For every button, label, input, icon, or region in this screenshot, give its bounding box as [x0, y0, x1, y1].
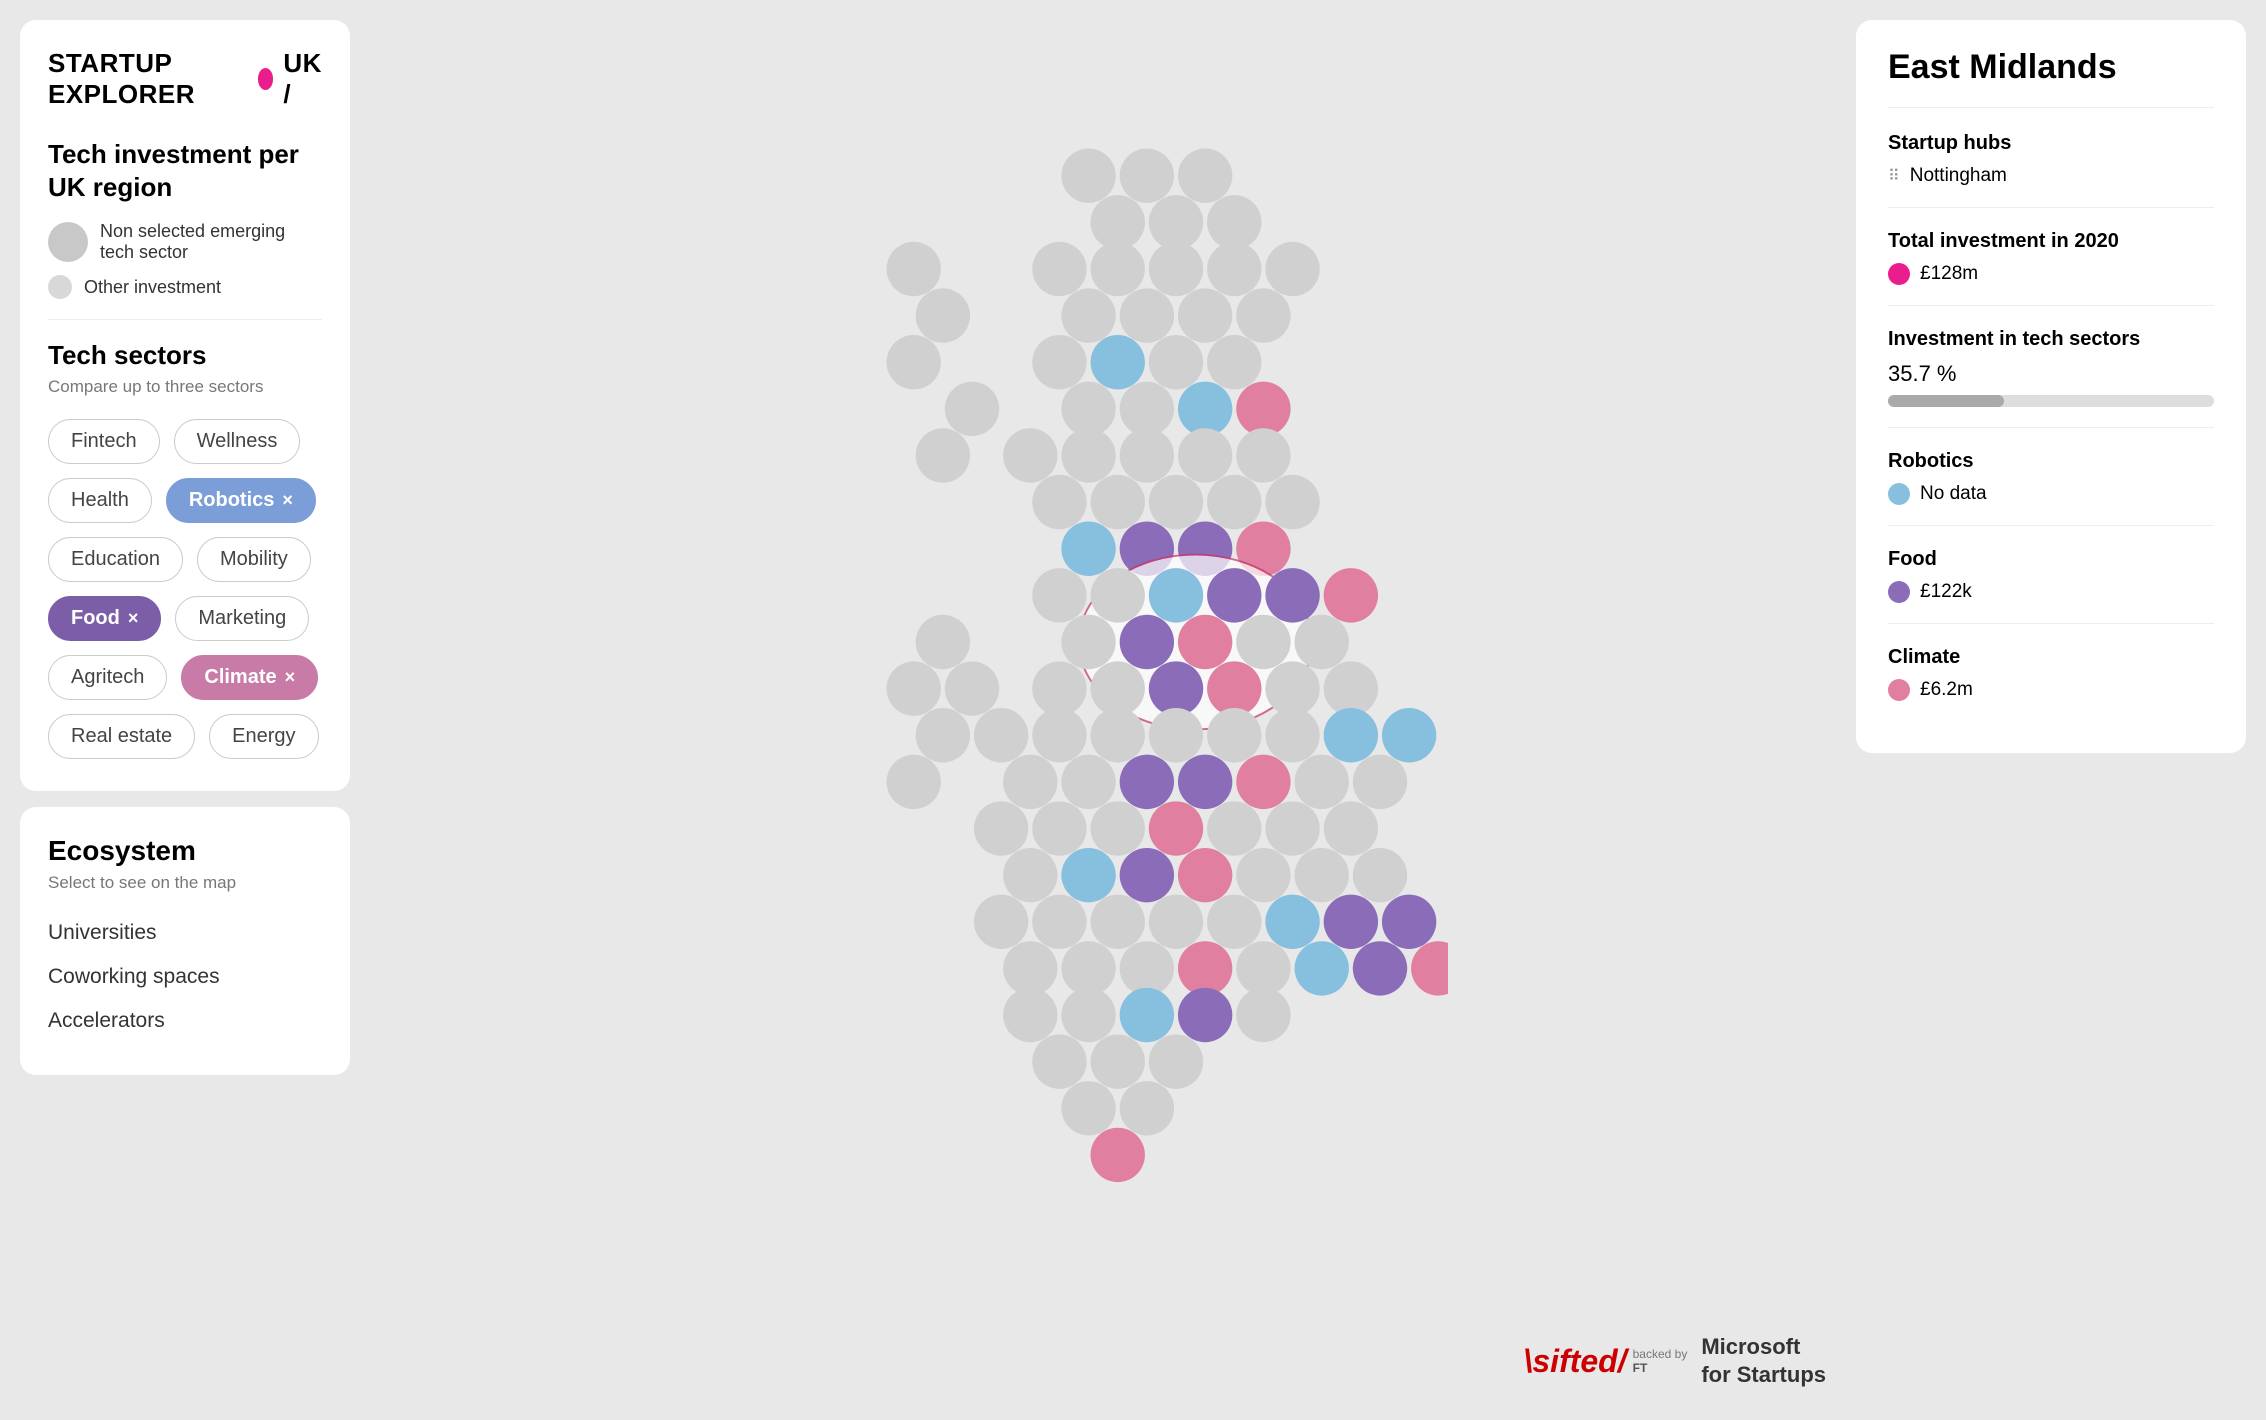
robotics-label: Robotics: [1888, 450, 2214, 473]
sector-realestate[interactable]: Real estate: [48, 714, 195, 759]
sector-marketing[interactable]: Marketing: [175, 596, 309, 641]
robotics-dot: [1888, 483, 1910, 505]
hub-icon: ⠿: [1888, 166, 1900, 186]
ecosystem-item-coworking[interactable]: Coworking spaces: [48, 955, 322, 999]
sector-robotics[interactable]: Robotics ×: [166, 478, 316, 523]
sector-health[interactable]: Health: [48, 478, 152, 523]
climate-value: £6.2m: [1920, 679, 1973, 701]
wales-bubbles[interactable]: [887, 615, 1000, 809]
sector-agritech[interactable]: Agritech: [48, 655, 167, 700]
brand-dot: [258, 68, 274, 90]
map-area[interactable]: [370, 0, 1846, 1420]
uk-map[interactable]: [768, 60, 1448, 1360]
hubs-section: Startup hubs ⠿ Nottingham: [1888, 132, 2214, 208]
hubs-row: ⠿ Nottingham: [1888, 165, 2214, 187]
sector-education[interactable]: Education: [48, 537, 183, 582]
south-england-bubbles[interactable]: [974, 708, 1448, 996]
robotics-row: No data: [1888, 483, 2214, 505]
ecosystem-item-universities[interactable]: Universities: [48, 911, 322, 955]
food-section: Food £122k: [1888, 548, 2214, 624]
sectors-grid: Fintech Wellness Health Robotics × Educa…: [48, 419, 322, 759]
sector-mobility[interactable]: Mobility: [197, 537, 311, 582]
ft-badge: backed by FT: [1633, 1347, 1688, 1375]
app-title: STARTUP EXPLORER: [48, 48, 248, 110]
progress-bar-bg: [1888, 395, 2214, 407]
tech-sectors-title: Tech sectors: [48, 340, 322, 371]
southwest-bubbles[interactable]: [1003, 988, 1291, 1182]
sector-food[interactable]: Food ×: [48, 596, 161, 641]
legend-non-selected: Non selected emerging tech sector: [48, 221, 322, 263]
robotics-value: No data: [1920, 483, 1987, 505]
total-investment-value: £128m: [1920, 263, 1978, 285]
ecosystem-item-accelerators[interactable]: Accelerators: [48, 999, 322, 1043]
hubs-label: Startup hubs: [1888, 132, 2214, 155]
sifted-text: \sifted/: [1523, 1343, 1626, 1380]
progress-bar-fill: [1888, 395, 2004, 407]
food-label: Food: [1888, 548, 2214, 571]
legend-label-nonselected: Non selected emerging tech sector: [100, 221, 322, 263]
total-investment-section: Total investment in 2020 £128m: [1888, 230, 2214, 306]
sector-food-close[interactable]: ×: [128, 608, 139, 629]
food-value: £122k: [1920, 581, 1972, 603]
climate-dot: [1888, 679, 1910, 701]
robotics-section: Robotics No data: [1888, 450, 2214, 526]
scotland-bubbles[interactable]: [1032, 149, 1320, 437]
ecosystem-subtitle: Select to see on the map: [48, 873, 322, 893]
ecosystem-panel: Ecosystem Select to see on the map Unive…: [20, 807, 350, 1075]
region-title: East Midlands: [1888, 48, 2214, 108]
climate-label: Climate: [1888, 646, 2214, 669]
tech-investment-label: Investment in tech sectors: [1888, 328, 2214, 351]
food-dot: [1888, 581, 1910, 603]
sector-energy[interactable]: Energy: [209, 714, 318, 759]
sector-climate[interactable]: Climate ×: [181, 655, 318, 700]
climate-section: Climate £6.2m: [1888, 646, 2214, 721]
north-england-bubbles[interactable]: [1003, 428, 1320, 576]
footer-branding: \sifted/ backed by FT Microsoft for Star…: [1523, 1333, 1826, 1390]
sifted-logo: \sifted/ backed by FT: [1523, 1343, 1687, 1380]
sector-fintech[interactable]: Fintech: [48, 419, 160, 464]
app-header: STARTUP EXPLORER UK /: [48, 48, 322, 110]
microsoft-logo: Microsoft for Startups: [1701, 1333, 1826, 1390]
app-subtitle: UK /: [283, 48, 322, 110]
sector-wellness[interactable]: Wellness: [174, 419, 301, 464]
ecosystem-title: Ecosystem: [48, 835, 322, 867]
legend-other: Other investment: [48, 275, 322, 299]
legend-dot-nonselected: [48, 222, 88, 262]
investment-section-title: Tech investment per UK region: [48, 138, 322, 203]
legend-dot-other: [48, 275, 72, 299]
islands-bubbles[interactable]: [887, 242, 1000, 483]
total-investment-dot: [1888, 263, 1910, 285]
tech-sectors-subtitle: Compare up to three sectors: [48, 377, 322, 397]
total-investment-row: £128m: [1888, 263, 2214, 285]
legend-label-other: Other investment: [84, 277, 221, 298]
tech-percentage: 35.7 %: [1888, 361, 2214, 387]
midlands-region[interactable]: [1032, 555, 1378, 730]
region-panel: East Midlands Startup hubs ⠿ Nottingham …: [1856, 20, 2246, 753]
ecosystem-list: Universities Coworking spaces Accelerato…: [48, 911, 322, 1043]
total-investment-label: Total investment in 2020: [1888, 230, 2214, 253]
climate-row: £6.2m: [1888, 679, 2214, 701]
tech-investment-section: Investment in tech sectors 35.7 %: [1888, 328, 2214, 428]
food-row: £122k: [1888, 581, 2214, 603]
hub-name: Nottingham: [1910, 165, 2007, 187]
sector-robotics-close[interactable]: ×: [282, 490, 293, 511]
sector-climate-close[interactable]: ×: [285, 667, 296, 688]
